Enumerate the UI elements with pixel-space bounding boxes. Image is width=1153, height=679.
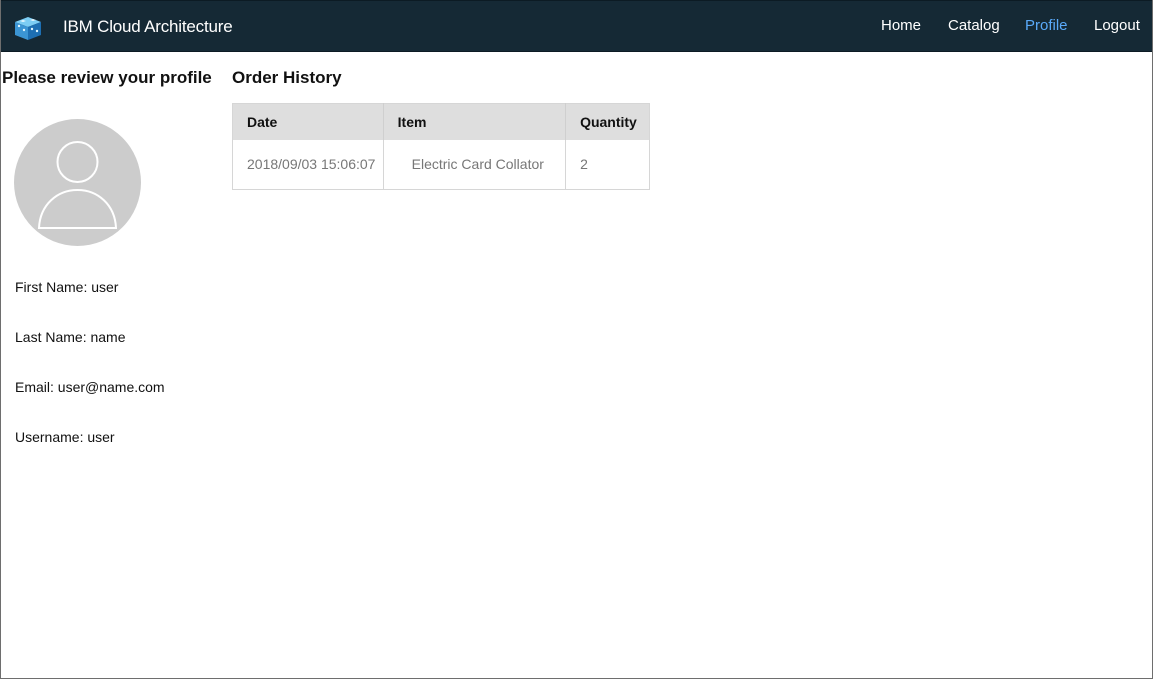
date-column-header: Date xyxy=(232,103,384,140)
order-history-panel: Order History Date Item Quantity 2018/09… xyxy=(232,52,652,212)
nav-home-link[interactable]: Home xyxy=(881,17,921,34)
table-header-row: Date Item Quantity xyxy=(232,103,650,140)
user-avatar-icon xyxy=(14,119,141,246)
table-row: 2018/09/03 15:06:07 Electric Card Collat… xyxy=(232,139,650,190)
brand-title[interactable]: IBM Cloud Architecture xyxy=(63,17,233,37)
quantity-column-header: Quantity xyxy=(565,103,650,140)
profile-title: Please review your profile xyxy=(2,68,212,87)
profile-panel: Please review your profile First Name: u… xyxy=(1,52,221,472)
last-name-field: Last Name: name xyxy=(15,329,126,345)
nav-profile-link[interactable]: Profile xyxy=(1025,17,1068,34)
browser-page: IBM Cloud Architecture Home Catalog Prof… xyxy=(0,0,1153,679)
first-name-field: First Name: user xyxy=(15,279,119,295)
top-navbar: IBM Cloud Architecture Home Catalog Prof… xyxy=(1,0,1152,52)
blue-cube-logo-icon[interactable] xyxy=(13,13,43,41)
order-item-cell: Electric Card Collator xyxy=(383,139,567,190)
order-history-table: Date Item Quantity 2018/09/03 15:06:07 E… xyxy=(232,103,650,190)
order-quantity-cell: 2 xyxy=(580,156,588,173)
nav-catalog-link[interactable]: Catalog xyxy=(948,17,1000,34)
order-date-cell: 2018/09/03 15:06:07 xyxy=(232,139,384,190)
order-history-title: Order History xyxy=(232,68,342,87)
item-column-header: Item xyxy=(383,103,567,140)
username-field: Username: user xyxy=(15,429,115,445)
nav-logout-link[interactable]: Logout xyxy=(1094,17,1140,34)
email-field: Email: user@name.com xyxy=(15,379,165,395)
